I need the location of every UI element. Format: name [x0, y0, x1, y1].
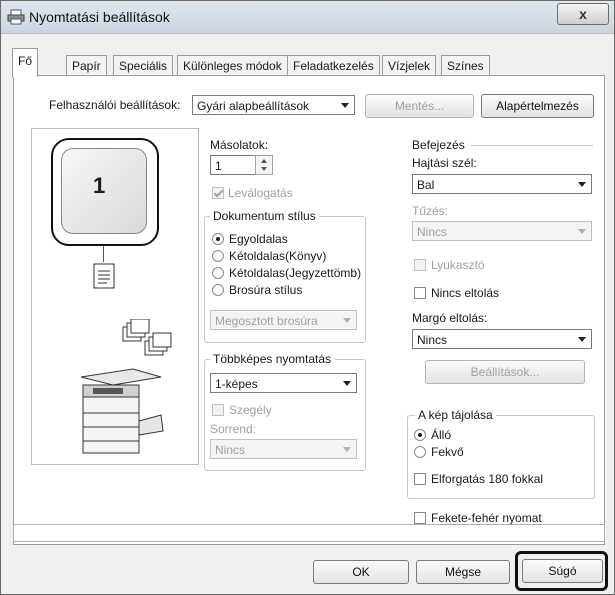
duplex-book-label: Kétoldalas(Könyv) [229, 249, 327, 263]
bw-print-label: Fekete-fehér nyomat [431, 511, 542, 525]
nup-select[interactable]: 1-képes [210, 373, 357, 393]
orientation-title: A kép tájolása [415, 408, 496, 422]
tab-job-handling[interactable]: Feladatkezelés [287, 55, 380, 76]
tab-watermarks[interactable]: Vízjelek [382, 55, 437, 76]
no-offset-label: Nincs eltolás [431, 286, 500, 300]
nup-value: 1-képes [215, 377, 258, 391]
tab-color[interactable]: Színes [441, 55, 490, 76]
landscape-label: Fekvő [431, 445, 464, 459]
output-copies-icon [122, 319, 172, 356]
user-settings-label: Felhasználói beállítások: [49, 98, 181, 112]
page-number: 1 [93, 173, 106, 198]
no-offset-checkbox[interactable] [414, 287, 426, 299]
radio-landscape[interactable] [414, 446, 426, 458]
tab-main[interactable]: Fő [12, 48, 39, 77]
finishing-title: Befejezés [412, 138, 465, 152]
title-bar: Nyomtatási beállítások x [1, 1, 614, 34]
close-button[interactable]: x [557, 3, 609, 25]
chevron-down-icon [341, 103, 349, 108]
order-value: Nincs [215, 443, 246, 457]
margin-shift-label: Margó eltolás: [412, 311, 488, 325]
defaults-button[interactable]: Alapértelmezés [481, 94, 594, 118]
copies-input[interactable]: 1 [210, 155, 256, 175]
tab-advanced[interactable]: Speciális [113, 55, 174, 76]
radio-portrait[interactable] [414, 429, 426, 441]
rotate-180-label: Elforgatás 180 fokkal [431, 472, 544, 486]
status-bar [13, 524, 605, 542]
copies-label: Másolatok: [210, 138, 269, 152]
cancel-button[interactable]: Mégse [416, 560, 510, 584]
order-select[interactable]: Nincs [210, 439, 357, 459]
portrait-label: Álló [431, 428, 452, 442]
punch-label: Lyukasztó [431, 258, 485, 272]
help-highlight-frame [515, 551, 608, 591]
radio-single-sided[interactable] [212, 233, 224, 245]
staple-value: Nincs [417, 225, 448, 239]
rotate-180-checkbox[interactable] [414, 473, 426, 485]
printer-icon [7, 9, 25, 25]
radio-booklet[interactable] [212, 284, 224, 296]
bw-print-checkbox[interactable] [414, 512, 426, 524]
margin-shift-value: Nincs [417, 333, 448, 347]
staple-select[interactable]: Nincs [412, 221, 592, 241]
border-label: Szegély [229, 403, 272, 417]
tab-paper[interactable]: Papír [66, 55, 107, 76]
radio-duplex-tablet[interactable] [212, 267, 224, 279]
chevron-down-icon [578, 182, 586, 187]
collate-checkbox[interactable] [212, 187, 224, 199]
window-title: Nyomtatási beállítások [29, 9, 170, 25]
user-settings-value: Gyári alapbeállítások [197, 99, 310, 113]
booklet-select[interactable]: Megosztott brosúra [210, 310, 357, 330]
page-preview: 1 [51, 138, 159, 246]
copies-spinner[interactable] [255, 155, 273, 175]
preview-connector [103, 246, 104, 262]
border-checkbox[interactable] [212, 404, 224, 416]
margin-shift-select[interactable]: Nincs [412, 329, 592, 349]
copies-value: 1 [215, 159, 222, 173]
tab-special-modes[interactable]: Különleges módok [177, 55, 288, 76]
order-label: Sorrend: [210, 422, 257, 436]
booklet-label: Brosúra stílus [229, 283, 303, 297]
duplex-tablet-label: Kétoldalas(Jegyzettömb) [229, 266, 362, 280]
single-sided-label: Egyoldalas [229, 232, 288, 246]
ok-button[interactable]: OK [313, 560, 409, 584]
save-button[interactable]: Mentés... [365, 94, 474, 118]
user-settings-select[interactable]: Gyári alapbeállítások [192, 95, 355, 115]
finishing-divider [471, 145, 593, 146]
nup-title: Többképes nyomtatás [210, 352, 335, 366]
printer-device-icon [80, 368, 164, 454]
document-style-title: Dokumentum stílus [210, 209, 319, 223]
binding-edge-value: Bal [417, 178, 435, 192]
chevron-down-icon [343, 447, 351, 452]
binding-edge-label: Hajtási szél: [412, 156, 477, 170]
chevron-down-icon [578, 229, 586, 234]
document-icon [93, 263, 115, 289]
radio-duplex-book[interactable] [212, 250, 224, 262]
booklet-value: Megosztott brosúra [215, 314, 318, 328]
collate-label: Leválogatás [228, 186, 293, 200]
print-settings-dialog: Nyomtatási beállítások x Fő Papír Speciá… [0, 0, 615, 595]
finishing-settings-button[interactable]: Beállítások... [425, 360, 585, 384]
binding-edge-select[interactable]: Bal [412, 174, 592, 194]
chevron-down-icon [578, 337, 586, 342]
punch-checkbox[interactable] [414, 259, 426, 271]
chevron-down-icon [343, 318, 351, 323]
staple-label: Tűzés: [412, 204, 449, 218]
close-icon: x [579, 6, 587, 22]
chevron-down-icon [343, 381, 351, 386]
